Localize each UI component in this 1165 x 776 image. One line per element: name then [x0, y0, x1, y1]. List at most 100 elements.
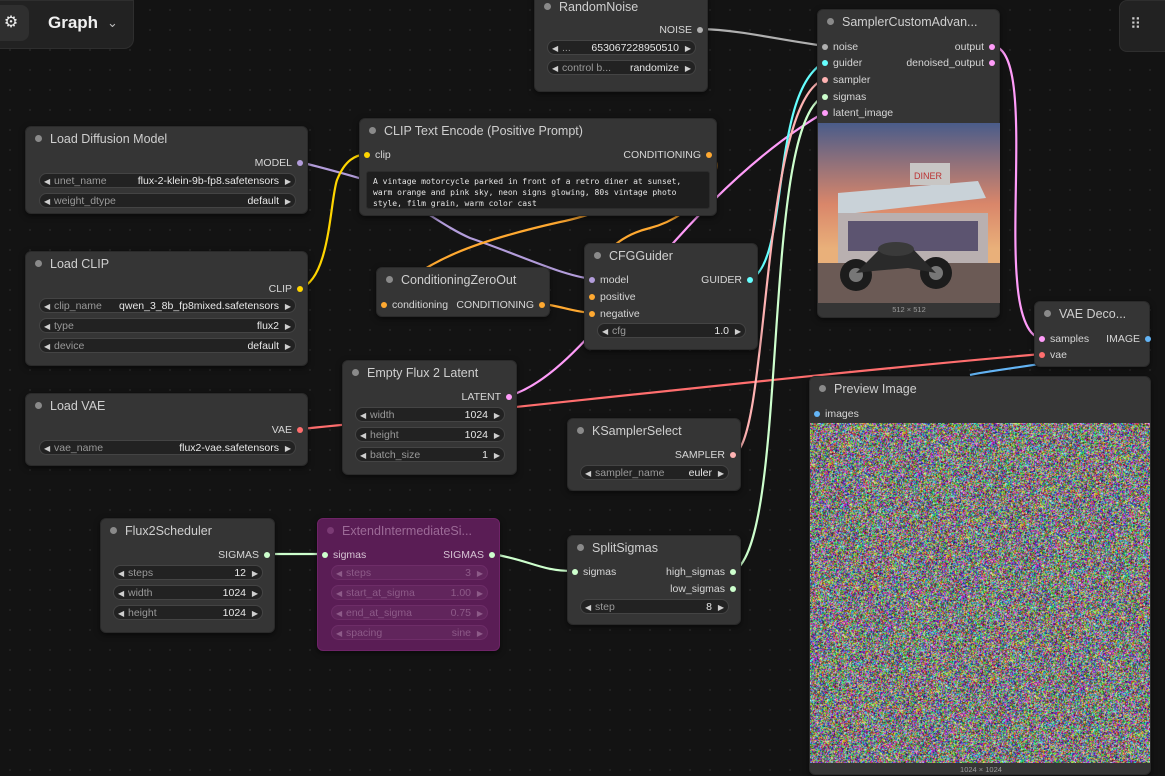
pin[interactable]: [730, 569, 736, 575]
input-sigmas[interactable]: sigmas: [572, 565, 616, 579]
input-clip[interactable]: clip: [364, 148, 391, 162]
pin[interactable]: [381, 302, 387, 308]
output-model[interactable]: MODEL: [255, 156, 303, 170]
top-right-panel[interactable]: ⠿: [1119, 0, 1165, 52]
arrow-right-icon[interactable]: ▶: [477, 586, 483, 601]
node-preview-image[interactable]: Preview Image images 1024 × 1024: [809, 376, 1151, 775]
node-title[interactable]: KSamplerSelect: [568, 419, 740, 443]
arrow-right-icon[interactable]: ▶: [685, 61, 691, 76]
input-sigmas[interactable]: sigmas: [822, 90, 866, 104]
widget-start-at-sigma[interactable]: ◀ start_at_sigma 1.00 ▶: [331, 585, 488, 600]
arrow-left-icon[interactable]: ◀: [585, 466, 591, 481]
pin[interactable]: [322, 552, 328, 558]
node-random-noise[interactable]: RandomNoise NOISE ◀... 653067228950510 ▶ ◀…: [534, 0, 708, 92]
pin[interactable]: [822, 77, 828, 83]
node-title[interactable]: Preview Image: [810, 377, 1150, 401]
node-empty-flux2-latent[interactable]: Empty Flux 2 Latent LATENT ◀ width 1024 ▶ ◀…: [342, 360, 517, 475]
output-conditioning[interactable]: CONDITIONING: [623, 148, 712, 162]
input-images[interactable]: images: [814, 407, 859, 421]
output-latent[interactable]: LATENT: [462, 390, 512, 404]
widget-steps[interactable]: ◀ steps 12 ▶: [113, 565, 263, 580]
widget-sampler-name[interactable]: ◀ sampler_name euler ▶: [580, 465, 729, 480]
arrow-left-icon[interactable]: ◀: [44, 339, 50, 354]
pin[interactable]: [989, 44, 995, 50]
pin[interactable]: [747, 277, 753, 283]
pin[interactable]: [814, 411, 820, 417]
node-title[interactable]: Load Diffusion Model: [26, 127, 307, 151]
arrow-left-icon[interactable]: ◀: [360, 428, 366, 443]
node-cfg-guider[interactable]: CFGGuider model positive negative GUIDER…: [584, 243, 758, 350]
pin[interactable]: [589, 277, 595, 283]
output-output[interactable]: output: [955, 40, 995, 54]
output-conditioning[interactable]: CONDITIONING: [456, 298, 545, 312]
input-model[interactable]: model: [589, 273, 629, 287]
node-clip-text-encode[interactable]: CLIP Text Encode (Positive Prompt) clip …: [359, 118, 717, 216]
node-flux2-scheduler[interactable]: Flux2Scheduler SIGMAS ◀ steps 12 ▶ ◀ width 10…: [100, 518, 275, 633]
input-negative[interactable]: negative: [589, 307, 640, 321]
node-title[interactable]: SplitSigmas: [568, 536, 740, 560]
pin[interactable]: [297, 427, 303, 433]
pin[interactable]: [730, 452, 736, 458]
output-clip[interactable]: CLIP: [269, 282, 303, 296]
arrow-right-icon[interactable]: ▶: [494, 428, 500, 443]
pin[interactable]: [489, 552, 495, 558]
input-noise[interactable]: noise: [822, 40, 858, 54]
pin[interactable]: [822, 44, 828, 50]
arrow-left-icon[interactable]: ◀: [118, 586, 124, 601]
node-title[interactable]: VAE Deco...: [1035, 302, 1149, 326]
arrow-left-icon[interactable]: ◀: [336, 626, 342, 641]
node-title[interactable]: CLIP Text Encode (Positive Prompt): [360, 119, 716, 143]
pin[interactable]: [730, 586, 736, 592]
pin[interactable]: [589, 311, 595, 317]
node-split-sigmas[interactable]: SplitSigmas sigmas high_sigmas low_sigma…: [567, 535, 741, 625]
arrow-left-icon[interactable]: ◀: [336, 586, 342, 601]
input-sigmas[interactable]: sigmas: [322, 548, 366, 562]
node-ksampler-select[interactable]: KSamplerSelect SAMPLER ◀ sampler_name eule…: [567, 418, 741, 491]
chevron-down-icon[interactable]: ⌄: [107, 15, 118, 31]
output-sampler[interactable]: SAMPLER: [675, 448, 736, 462]
node-load-diffusion-model[interactable]: Load Diffusion Model MODEL ◀ unet_name flu…: [25, 126, 308, 214]
arrow-left-icon[interactable]: ◀: [336, 566, 342, 581]
output-denoised-output[interactable]: denoised_output: [906, 56, 995, 70]
node-title[interactable]: ExtendIntermediateSi...: [318, 519, 499, 543]
arrow-right-icon[interactable]: ▶: [494, 408, 500, 423]
arrow-left-icon[interactable]: ◀: [44, 441, 50, 456]
widget-type[interactable]: ◀ type flux2 ▶: [39, 318, 296, 333]
input-sampler[interactable]: sampler: [822, 73, 870, 87]
widget-width[interactable]: ◀ width 1024 ▶: [113, 585, 263, 600]
output-vae[interactable]: VAE: [272, 423, 303, 437]
widget-spacing[interactable]: ◀ spacing sine ▶: [331, 625, 488, 640]
arrow-right-icon[interactable]: ▶: [477, 626, 483, 641]
drag-handle-icon[interactable]: ⠿: [1130, 15, 1141, 33]
pin[interactable]: [989, 60, 995, 66]
arrow-right-icon[interactable]: ▶: [252, 606, 258, 621]
pin[interactable]: [1145, 336, 1151, 342]
widget-step[interactable]: ◀ step 8 ▶: [580, 599, 729, 614]
arrow-right-icon[interactable]: ▶: [285, 339, 291, 354]
pin[interactable]: [364, 152, 370, 158]
pin[interactable]: [589, 294, 595, 300]
output-guider[interactable]: GUIDER: [701, 273, 753, 287]
widget-height[interactable]: ◀ height 1024 ▶: [113, 605, 263, 620]
node-extend-intermediate-sigmas[interactable]: ExtendIntermediateSi... sigmas SIGMAS ◀ s…: [317, 518, 500, 651]
node-vae-decode[interactable]: VAE Deco... samples vae IMAGE: [1034, 301, 1151, 367]
output-image[interactable]: IMAGE: [1106, 332, 1151, 346]
pin[interactable]: [264, 552, 270, 558]
arrow-right-icon[interactable]: ▶: [685, 41, 691, 56]
node-title[interactable]: Flux2Scheduler: [101, 519, 274, 543]
widget-device[interactable]: ◀ device default ▶: [39, 338, 296, 353]
pin[interactable]: [822, 60, 828, 66]
output-sigmas[interactable]: SIGMAS: [443, 548, 495, 562]
pin[interactable]: [1039, 352, 1045, 358]
node-sampler-custom-advanced[interactable]: SamplerCustomAdvan... noise guider sampl…: [817, 9, 1000, 318]
output-noise[interactable]: NOISE: [659, 23, 703, 37]
node-title[interactable]: Empty Flux 2 Latent: [343, 361, 516, 385]
arrow-left-icon[interactable]: ◀: [360, 408, 366, 423]
arrow-right-icon[interactable]: ▶: [477, 606, 483, 621]
arrow-right-icon[interactable]: ▶: [285, 441, 291, 456]
node-load-vae[interactable]: Load VAE VAE ◀ vae_name flux2-vae.safetens…: [25, 393, 308, 466]
pin[interactable]: [1039, 336, 1045, 342]
widget-clip-name[interactable]: ◀ clip_name qwen_3_8b_fp8mixed.safetensors…: [39, 298, 296, 313]
pin[interactable]: [822, 110, 828, 116]
widget-steps[interactable]: ◀ steps 3 ▶: [331, 565, 488, 580]
